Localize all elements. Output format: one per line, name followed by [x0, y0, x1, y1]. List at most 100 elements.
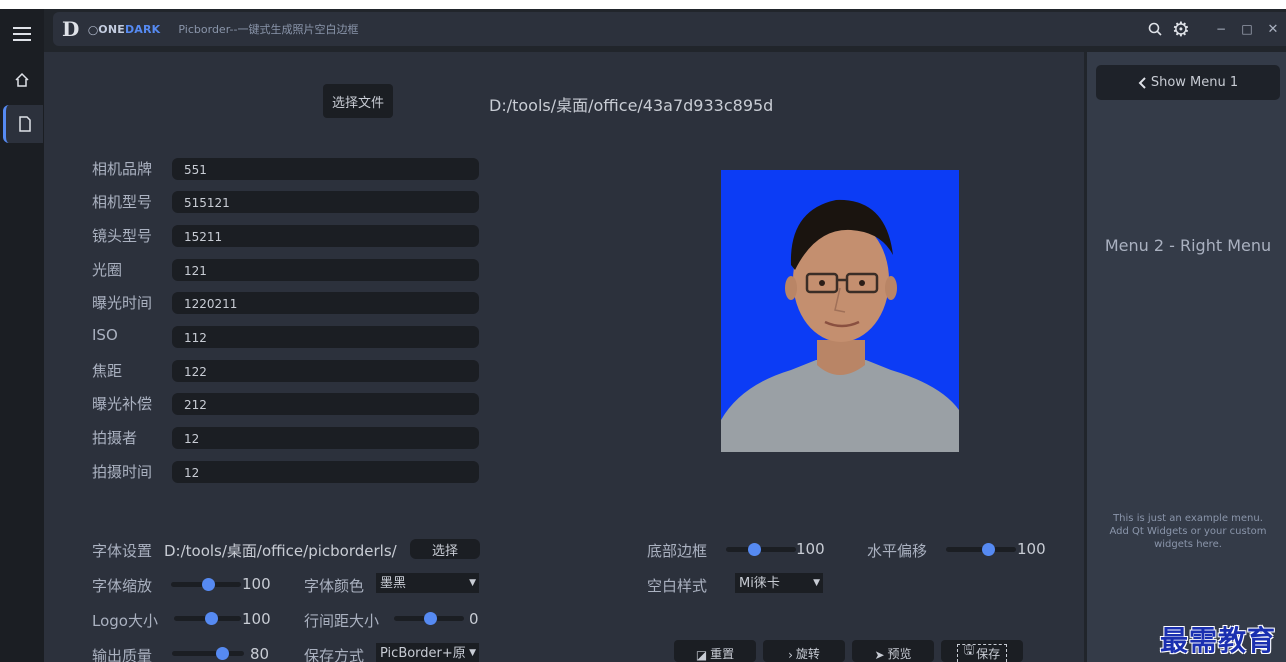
lens-model-input[interactable]: 15211: [172, 225, 479, 247]
field-label: 相机品牌: [92, 160, 153, 178]
slider-track: [726, 547, 796, 552]
reset-icon: ◪: [695, 648, 708, 662]
field-label: ISO: [92, 326, 118, 344]
font-path-label: D:/tools/桌面/office/picborderls/: [164, 542, 397, 560]
save-mode-value: PicBorder+原: [380, 646, 466, 661]
chevron-left-icon: [1138, 76, 1146, 89]
logo-size-label: Logo大小: [92, 612, 158, 630]
output-quality-slider[interactable]: [172, 647, 244, 660]
document-icon: [18, 116, 31, 132]
maximize-button[interactable]: □: [1234, 12, 1260, 46]
field-label: 镜头型号: [92, 227, 153, 245]
title-bar-controls: ⚙ − □ ✕: [1142, 12, 1286, 46]
menu-toggle-button[interactable]: [0, 15, 44, 53]
preview-label: 预览: [887, 647, 912, 661]
brand-prefix: ONE: [98, 22, 125, 36]
search-button[interactable]: [1142, 12, 1168, 46]
slider-handle[interactable]: [748, 543, 761, 556]
bottom-border-label: 底部边框: [647, 542, 708, 560]
logo-size-slider[interactable]: [174, 612, 241, 625]
save-mode-dropdown[interactable]: PicBorder+原 ▼: [375, 642, 480, 662]
preview-button[interactable]: ➤ 预览: [852, 640, 934, 662]
chevron-down-icon: ▼: [813, 578, 820, 588]
slider-handle[interactable]: [424, 612, 437, 625]
save-frame: 🖫 保存: [956, 643, 1008, 662]
logo-size-value: 100: [242, 610, 271, 628]
bottom-border-value: 100: [796, 540, 825, 558]
hamburger-icon: [13, 27, 31, 41]
minimize-icon: −: [1215, 22, 1227, 36]
camera-model-input[interactable]: 515121: [172, 191, 479, 213]
focal-length-input[interactable]: 122: [172, 360, 479, 382]
reset-label: 重置: [710, 647, 735, 661]
font-select-button[interactable]: 选择: [410, 539, 480, 559]
app-logo-icon: D: [62, 17, 80, 41]
field-label: 焦距: [92, 362, 123, 380]
photo-preview: [721, 170, 959, 452]
save-mode-label: 保存方式: [304, 647, 365, 662]
app-window: D ◯ONEDARK Picborder--一键式生成照片空白边框 ⚙ − □ …: [0, 9, 1286, 662]
select-file-button[interactable]: 选择文件: [323, 84, 393, 118]
bottom-border-slider[interactable]: [726, 543, 796, 556]
field-label: 曝光补偿: [92, 395, 153, 413]
portrait-image: [721, 170, 959, 452]
brand-prefix-icon: ◯: [88, 25, 99, 36]
field-label: 拍摄时间: [92, 463, 153, 481]
blank-style-label: 空白样式: [647, 577, 708, 595]
font-color-value: 墨黑: [380, 576, 407, 591]
right-menu-description: This is just an example menu. Add Qt Wid…: [1109, 513, 1267, 550]
exposure-compensation-input[interactable]: 212: [172, 393, 479, 415]
close-button[interactable]: ✕: [1260, 12, 1286, 46]
slider-handle[interactable]: [202, 578, 215, 591]
rotate-button[interactable]: › 旋转: [763, 640, 845, 662]
settings-button[interactable]: ⚙: [1168, 12, 1194, 46]
brand-name: ◯ONEDARK: [88, 23, 160, 36]
right-menu-title: Menu 2 - Right Menu: [1104, 236, 1272, 255]
slider-track: [172, 651, 244, 656]
minimize-button[interactable]: −: [1208, 12, 1234, 46]
camera-brand-input[interactable]: 551: [172, 158, 479, 180]
line-spacing-value: 0: [469, 610, 479, 628]
horizontal-offset-slider[interactable]: [946, 543, 1016, 556]
font-color-label: 字体颜色: [304, 577, 365, 595]
title-bar: D ◯ONEDARK Picborder--一键式生成照片空白边框 ⚙ − □ …: [53, 12, 1286, 46]
show-menu-button[interactable]: Show Menu 1: [1096, 65, 1280, 100]
close-icon: ✕: [1267, 21, 1279, 37]
horizontal-offset-label: 水平偏移: [867, 542, 928, 560]
blank-style-value: Mi徕卡: [739, 576, 780, 591]
home-icon: [15, 72, 29, 87]
slider-handle[interactable]: [205, 612, 218, 625]
font-color-dropdown[interactable]: 墨黑 ▼: [375, 572, 480, 594]
save-label: 保存: [976, 647, 1001, 661]
font-scale-slider[interactable]: [171, 578, 241, 591]
field-label: 拍摄者: [92, 429, 138, 447]
reset-button[interactable]: ◪ 重置: [674, 640, 756, 662]
save-button[interactable]: 🖫 保存: [941, 640, 1023, 662]
horizontal-offset-value: 100: [1017, 540, 1046, 558]
left-sidebar: [0, 9, 44, 662]
home-button[interactable]: [0, 61, 44, 99]
chevron-right-icon: ›: [788, 648, 793, 662]
main-content: 选择文件 D:/tools/桌面/office/43a7d933c895d 相机…: [44, 52, 1084, 662]
gear-icon: ⚙: [1172, 17, 1190, 41]
window-title: Picborder--一键式生成照片空白边框: [178, 23, 359, 36]
font-scale-value: 100: [242, 575, 271, 593]
line-spacing-label: 行间距大小: [304, 612, 380, 630]
file-page-button[interactable]: [3, 105, 43, 143]
field-label: 光圈: [92, 261, 123, 279]
file-path-label: D:/tools/桌面/office/43a7d933c895d: [489, 96, 774, 115]
slider-handle[interactable]: [216, 647, 229, 660]
slider-track: [946, 547, 1016, 552]
aperture-input[interactable]: 121: [172, 259, 479, 281]
iso-input[interactable]: 112: [172, 326, 479, 348]
photographer-input[interactable]: 12: [172, 427, 479, 449]
font-scale-label: 字体缩放: [92, 577, 153, 595]
brand-accent: DARK: [124, 22, 161, 36]
blank-style-dropdown[interactable]: Mi徕卡 ▼: [734, 572, 824, 594]
shoot-time-input[interactable]: 12: [172, 461, 479, 483]
slider-handle[interactable]: [982, 543, 995, 556]
show-menu-label: Show Menu 1: [1150, 75, 1239, 90]
floppy-icon: 🖫: [963, 643, 975, 657]
exposure-time-input[interactable]: 1220211: [172, 292, 479, 314]
line-spacing-slider[interactable]: [394, 612, 464, 625]
